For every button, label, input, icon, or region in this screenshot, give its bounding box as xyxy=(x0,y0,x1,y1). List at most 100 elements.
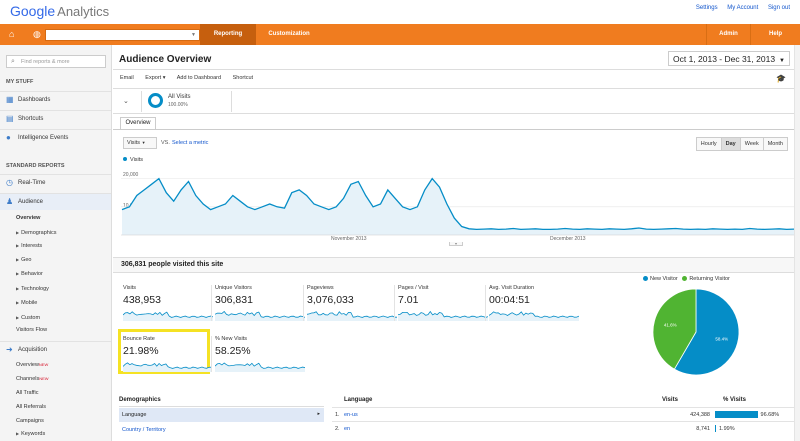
demographics-item-language[interactable]: Language ▸ xyxy=(119,408,324,422)
chevron-down-icon[interactable]: ⌄ xyxy=(123,97,129,105)
sparkline xyxy=(123,362,211,372)
chevron-down-icon: ▼ xyxy=(191,32,196,38)
lightbulb-icon: ● xyxy=(6,133,11,142)
sidebar-item-label: Shortcuts xyxy=(18,116,44,122)
email-button[interactable]: Email xyxy=(120,75,134,81)
sidebar-item-label: Real-Time xyxy=(18,180,46,186)
table-row: 2. en 8,741 1.99% xyxy=(332,421,798,435)
sidebar-subitem-overview[interactable]: Overview xyxy=(16,215,40,221)
dashboard-icon: ▦ xyxy=(6,95,14,104)
metric-card-visits[interactable]: Visits 438,953 xyxy=(123,285,215,325)
sidebar-item-audience[interactable]: ♟ Audience xyxy=(0,193,111,210)
vertical-scrollbar[interactable] xyxy=(794,45,800,441)
pie-legend: New Visitor Returning Visitor xyxy=(643,276,730,282)
divider xyxy=(231,91,232,112)
sparkline xyxy=(489,311,579,321)
export-button[interactable]: Export ▾ xyxy=(145,75,165,81)
visitor-type-pie-chart[interactable]: 58.4% 41.6% xyxy=(651,287,741,377)
metric-card-pages-per-visit[interactable]: Pages / Visit 7.01 xyxy=(394,285,490,325)
chart-resize-handle[interactable]: ▾ xyxy=(449,242,463,246)
sidebar-subitem-label: Overview xyxy=(16,362,39,368)
sidebar-subitem-geo[interactable]: ▶ Geo xyxy=(16,257,31,263)
metric-card-bounce-rate[interactable]: Bounce Rate 21.98% xyxy=(123,336,215,376)
legend-dot xyxy=(123,157,127,161)
date-range-picker[interactable]: Oct 1, 2013 - Dec 31, 2013 ▼ xyxy=(667,51,790,66)
visits-area-chart[interactable] xyxy=(121,165,795,240)
sidebar-subitem-mobile[interactable]: ▶ Mobile xyxy=(16,300,37,306)
sparkline xyxy=(215,310,305,321)
sidebar-subitem-campaigns[interactable]: Campaigns xyxy=(16,418,44,424)
sidebar-item-shortcuts[interactable]: ▤ Shortcuts xyxy=(0,110,111,127)
divider xyxy=(303,285,304,321)
add-to-dashboard-button[interactable]: Add to Dashboard xyxy=(177,75,221,81)
sidebar-subitem-all-referrals[interactable]: All Referrals xyxy=(16,404,46,410)
visits-value: 424,388 xyxy=(690,412,710,418)
sidebar-subitem-acq-overview[interactable]: OverviewNEW xyxy=(16,362,48,368)
sidebar-subitem-all-traffic[interactable]: All Traffic xyxy=(16,390,39,396)
select-metric-link[interactable]: Select a metric xyxy=(172,140,208,146)
sidebar-subitem-visitors-flow[interactable]: Visitors Flow xyxy=(16,327,47,333)
settings-link[interactable]: Settings xyxy=(696,5,718,11)
help-button[interactable]: Help xyxy=(750,24,800,45)
divider xyxy=(141,91,142,112)
segment-name[interactable]: All Visits xyxy=(168,94,191,100)
metric-card-pageviews[interactable]: Pageviews 3,076,033 xyxy=(303,285,399,325)
pct-bar xyxy=(715,425,716,432)
pct-value: 96.68% xyxy=(760,412,780,418)
audience-icon: ♟ xyxy=(6,197,14,206)
report-toolbar: Email Export ▾ Add to Dashboard Shortcut xyxy=(120,75,263,81)
sidebar-subitem-demographics[interactable]: ▶ Demographics xyxy=(16,230,57,236)
home-icon[interactable]: ⌂ xyxy=(9,29,19,39)
language-link[interactable]: en xyxy=(344,426,350,432)
sidebar-subitem-interests[interactable]: ▶ Interests xyxy=(16,243,42,249)
sign-out-link[interactable]: Sign out xyxy=(768,5,790,11)
metric-label: Bounce Rate xyxy=(123,336,155,342)
tab-reporting[interactable]: Reporting xyxy=(200,24,256,45)
sidebar-subitem-keywords[interactable]: ▶ Keywords xyxy=(16,431,45,437)
sidebar-subitem-custom[interactable]: ▶ Custom xyxy=(16,315,40,321)
sidebar-item-dashboards[interactable]: ▦ Dashboards xyxy=(0,91,111,108)
admin-button[interactable]: Admin xyxy=(706,24,750,45)
language-link[interactable]: en-us xyxy=(344,412,358,418)
demographics-item-label: Language xyxy=(122,412,147,418)
metric-value: 306,831 xyxy=(215,294,253,306)
pct-bar xyxy=(715,411,758,418)
sidebar-item-acquisition[interactable]: ➜ Acquisition xyxy=(0,341,111,358)
metric-label: % New Visits xyxy=(215,336,247,342)
sidebar-subitem-technology[interactable]: ▶ Technology xyxy=(16,286,49,292)
metric-card-new-visits[interactable]: % New Visits 58.25% xyxy=(211,336,307,376)
pie-slice-label: 41.6% xyxy=(664,323,677,328)
sidebar-subitem-channels[interactable]: ChannelsNEW xyxy=(16,376,49,382)
expand-arrow-icon: ▶ xyxy=(16,300,20,305)
google-analytics-logo[interactable]: Google Analytics xyxy=(10,3,109,19)
metric-card-unique-visitors[interactable]: Unique Visitors 306,831 xyxy=(211,285,307,325)
granularity-month[interactable]: Month xyxy=(762,138,787,150)
tab-customization[interactable]: Customization xyxy=(256,24,322,45)
globe-icon[interactable]: ◍ xyxy=(33,29,43,39)
chevron-down-icon: ▼ xyxy=(141,140,146,145)
metric-select[interactable]: Visits ▼ xyxy=(123,137,157,149)
search-input[interactable]: ⌕ Find reports & more xyxy=(6,55,106,68)
account-selector[interactable]: ▼ xyxy=(45,29,200,41)
metric-card-avg-visit-duration[interactable]: Avg. Visit Duration 00:04:51 xyxy=(485,285,581,325)
my-account-link[interactable]: My Account xyxy=(727,5,758,11)
graduation-cap-icon[interactable]: 🎓 xyxy=(776,74,786,83)
sidebar-item-intelligence-events[interactable]: ● Intelligence Events xyxy=(0,129,111,146)
sidebar-subitem-behavior[interactable]: ▶ Behavior xyxy=(16,271,43,277)
segment-circle-icon xyxy=(148,93,163,108)
demographics-item-country[interactable]: Country / Territory xyxy=(119,423,324,437)
divider xyxy=(113,69,800,70)
expand-arrow-icon: ▶ xyxy=(16,315,20,320)
legend-returning-visitor: Returning Visitor xyxy=(689,276,730,282)
shortcut-button[interactable]: Shortcut xyxy=(233,75,253,81)
sidebar-item-realtime[interactable]: ◷ Real-Time xyxy=(0,174,111,191)
expand-arrow-icon: ▶ xyxy=(16,257,20,262)
tab-overview[interactable]: Overview xyxy=(120,117,156,129)
expand-arrow-icon: ▶ xyxy=(16,431,20,436)
granularity-day[interactable]: Day xyxy=(720,138,740,150)
acquisition-icon: ➜ xyxy=(6,345,13,354)
visits-value: 8,741 xyxy=(696,426,710,432)
granularity-week[interactable]: Week xyxy=(739,138,763,150)
divider xyxy=(485,285,486,321)
granularity-hourly[interactable]: Hourly xyxy=(696,138,721,150)
